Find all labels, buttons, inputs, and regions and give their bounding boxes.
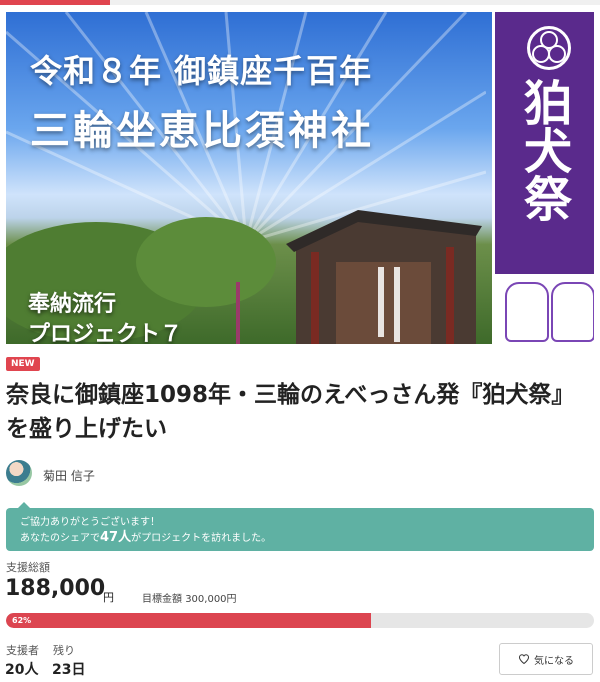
supporters-label: 支援者 [6,644,39,657]
funding-progress-bar: 62% [6,613,594,628]
funding-progress-fill [6,613,371,628]
top-loading-bar [0,0,600,5]
festival-banner: 狛犬祭 [492,12,594,274]
notice-line2-pre: あなたのシェアで [20,533,100,544]
komainu-right-icon [551,282,594,342]
hero-subtitle-line2: プロジェクト７ [28,322,183,344]
new-badge: NEW [6,357,40,371]
share-notice: ご協力ありがとうございます！ あなたのシェアで47人がプロジェクトを訪れました。 [6,502,594,551]
project-title: 奈良に御鎮座1098年・三輪のえべっさん発『狛犬祭』を盛り上げたい [6,382,575,442]
hero-image: 令和８年 御鎮座千百年 三輪坐恵比須神社 奉納流行 プロジェクト７ 狛犬祭 [6,12,594,344]
funding-percent: 62% [12,616,32,625]
author-name[interactable]: 菊田 信子 [43,467,95,484]
heart-icon [518,654,530,665]
remaining-value: 23日 [52,662,86,678]
banner-text: 狛犬祭 [515,78,571,222]
notice-tail [18,502,30,508]
raised-currency: 円 [103,591,114,604]
supporters-value: 20人 [5,662,39,678]
author-avatar[interactable] [6,460,32,486]
hero-title-line1: 令和８年 御鎮座千百年 [30,52,373,90]
hero-title-line2: 三輪坐恵比須神社 [30,107,374,154]
goal-amount: 目標金額 300,000円 [142,590,237,605]
raised-label: 支援総額 [6,561,50,574]
notice-line1: ご協力ありがとうございます！ [20,517,160,528]
notice-line2-post: がプロジェクトを訪れました。 [131,533,272,544]
hero-subtitle-line1: 奉納流行 [28,292,117,317]
goal-label: 目標金額 [142,594,182,605]
top-loading-bar-fill [0,0,110,5]
raised-amount: 188,000 [5,576,106,601]
notice-line2: あなたのシェアで47人がプロジェクトを訪れました。 [20,530,271,546]
remaining-label: 残り [53,644,75,657]
share-visitor-count: 47人 [100,530,132,545]
komainu-left-icon [505,282,549,342]
komainu-illustration [492,274,594,344]
favorite-button-label: 気になる [534,655,574,667]
goal-value: 300,000円 [185,594,237,605]
favorite-button[interactable]: 気になる [499,643,593,675]
crest-icon [527,26,571,70]
